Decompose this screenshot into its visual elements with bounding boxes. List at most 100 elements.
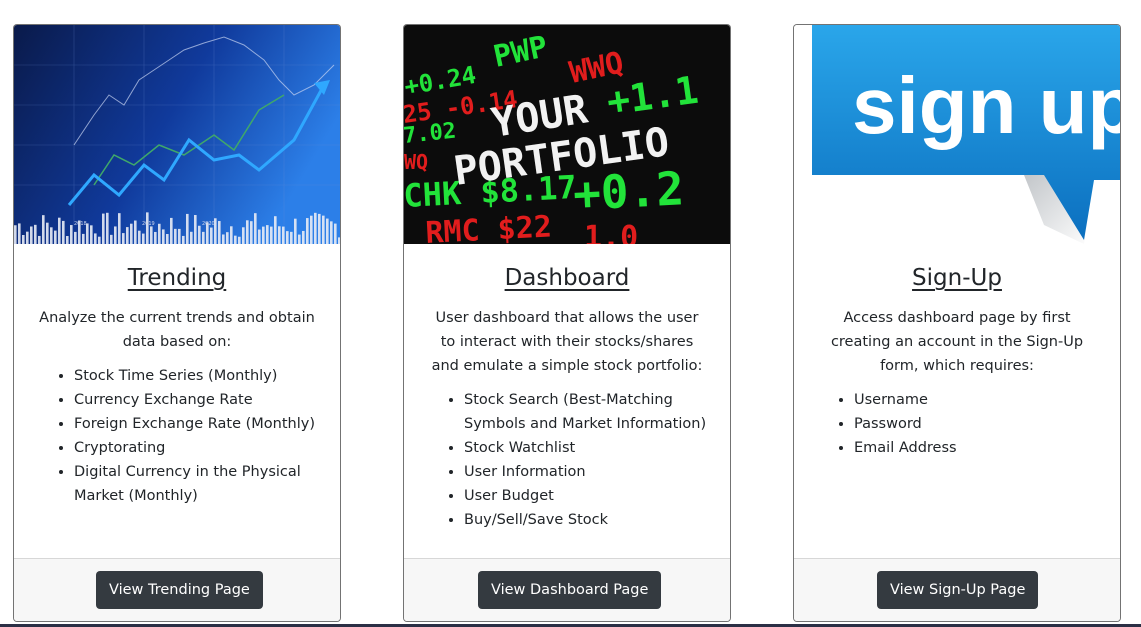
volume-bar — [66, 236, 69, 244]
signup-card-footer: View Sign-Up Page — [794, 558, 1120, 621]
volume-bar — [162, 229, 165, 244]
list-item: Buy/Sell/Save Stock — [464, 508, 712, 532]
trending-title: Trending — [127, 265, 227, 291]
volume-bar — [322, 215, 325, 244]
volume-bar — [146, 212, 149, 244]
volume-bar — [74, 231, 77, 244]
list-item: User Information — [464, 460, 712, 484]
volume-bar — [46, 222, 49, 244]
year-label-2: 2019 — [142, 221, 155, 227]
volume-bar — [70, 225, 73, 244]
volume-bar — [334, 223, 337, 244]
volume-bar — [318, 213, 321, 244]
signup-title: Sign-Up — [912, 265, 1002, 291]
signup-list: Username Password Email Address — [816, 388, 1102, 460]
volume-bar — [302, 230, 305, 244]
signup-banner-image: sign up — [794, 25, 1120, 244]
volume-bar — [42, 215, 45, 244]
ticker-text: WQ — [404, 150, 428, 174]
volume-bar — [286, 231, 289, 244]
volume-bar — [270, 226, 273, 244]
trending-card: 2018 2019 2020 Trending Analyze the curr… — [13, 24, 341, 622]
volume-bar — [26, 231, 29, 244]
list-item: Foreign Exchange Rate (Monthly) — [74, 412, 322, 436]
volume-bar — [98, 236, 101, 244]
signup-card: sign up Sign-Up Access dashboard page by… — [793, 24, 1121, 622]
volume-bar — [298, 234, 301, 244]
volume-bar — [274, 216, 277, 244]
volume-bar — [266, 225, 269, 244]
list-item: Stock Search (Best-Matching Symbols and … — [464, 388, 712, 436]
list-item: Email Address — [854, 436, 1102, 460]
list-item: Stock Time Series (Monthly) — [74, 364, 322, 388]
volume-bar — [38, 235, 41, 244]
year-label-3: 2020 — [202, 221, 215, 227]
volume-bar — [166, 234, 169, 244]
volume-bar — [190, 231, 193, 244]
volume-bar — [226, 232, 229, 244]
volume-bar — [22, 234, 25, 244]
volume-bar — [18, 223, 21, 244]
dashboard-card-footer: View Dashboard Page — [404, 558, 730, 621]
volume-bar — [114, 226, 117, 244]
volume-bar — [118, 213, 121, 244]
signup-description: Access dashboard page by first creating … — [830, 310, 1084, 374]
volume-bar — [174, 228, 177, 244]
volume-bar — [246, 220, 249, 244]
view-dashboard-button[interactable]: View Dashboard Page — [478, 571, 662, 609]
list-item: Digital Currency in the Physical Market … — [74, 460, 322, 508]
volume-bar — [158, 223, 161, 244]
year-label-1: 2018 — [74, 221, 87, 227]
volume-bar — [62, 220, 65, 244]
volume-bar — [230, 226, 233, 244]
volume-bar — [262, 226, 265, 244]
volume-bar — [150, 226, 153, 244]
volume-bar — [238, 236, 241, 244]
volume-bar — [50, 227, 53, 244]
volume-bar — [182, 235, 185, 244]
dashboard-title: Dashboard — [504, 265, 630, 291]
view-trending-button[interactable]: View Trending Page — [96, 571, 263, 609]
volume-bar — [194, 215, 197, 244]
volume-bar — [326, 218, 329, 244]
volume-bar — [170, 217, 173, 244]
view-signup-button[interactable]: View Sign-Up Page — [877, 571, 1039, 609]
list-item: Stock Watchlist — [464, 436, 712, 460]
volume-bar — [250, 221, 253, 244]
volume-bar — [234, 235, 237, 244]
dashboard-description: User dashboard that allows the user to i… — [431, 310, 703, 374]
list-item: User Budget — [464, 484, 712, 508]
dashboard-list: Stock Search (Best-Matching Symbols and … — [426, 388, 712, 532]
volume-bar — [254, 213, 257, 244]
volume-bar — [122, 233, 125, 244]
volume-bar — [310, 215, 313, 244]
volume-bar — [106, 212, 109, 244]
list-item: Username — [854, 388, 1102, 412]
volume-bar — [306, 218, 309, 244]
signup-banner-text: sign up — [852, 61, 1120, 150]
volume-bar — [258, 229, 261, 244]
volume-bar — [210, 227, 213, 244]
trending-card-footer: View Trending Page — [14, 558, 340, 621]
volume-bar — [222, 234, 225, 244]
volume-bar — [94, 233, 97, 244]
volume-bar — [130, 223, 133, 244]
volume-bar — [314, 212, 317, 244]
volume-bar — [186, 213, 189, 244]
volume-bar — [330, 221, 333, 244]
volume-bar — [102, 213, 105, 244]
dashboard-card: PWP WWQ +0.24 25 -0.14 +1.1 7.02 WQ CHK … — [403, 24, 731, 622]
volume-bar — [338, 237, 340, 244]
volume-bar — [178, 228, 181, 244]
volume-bar — [290, 231, 293, 244]
volume-bar — [202, 231, 205, 244]
list-item: Cryptorating — [74, 436, 322, 460]
volume-bar — [82, 233, 85, 244]
volume-bar — [34, 224, 37, 244]
ticker-text: 1.0 — [584, 220, 638, 244]
volume-bar — [242, 227, 245, 244]
trending-chart-image: 2018 2019 2020 — [14, 25, 340, 244]
volume-bar — [138, 230, 141, 244]
ticker-text: RMC $22 — [425, 209, 553, 244]
volume-bar — [30, 226, 33, 244]
